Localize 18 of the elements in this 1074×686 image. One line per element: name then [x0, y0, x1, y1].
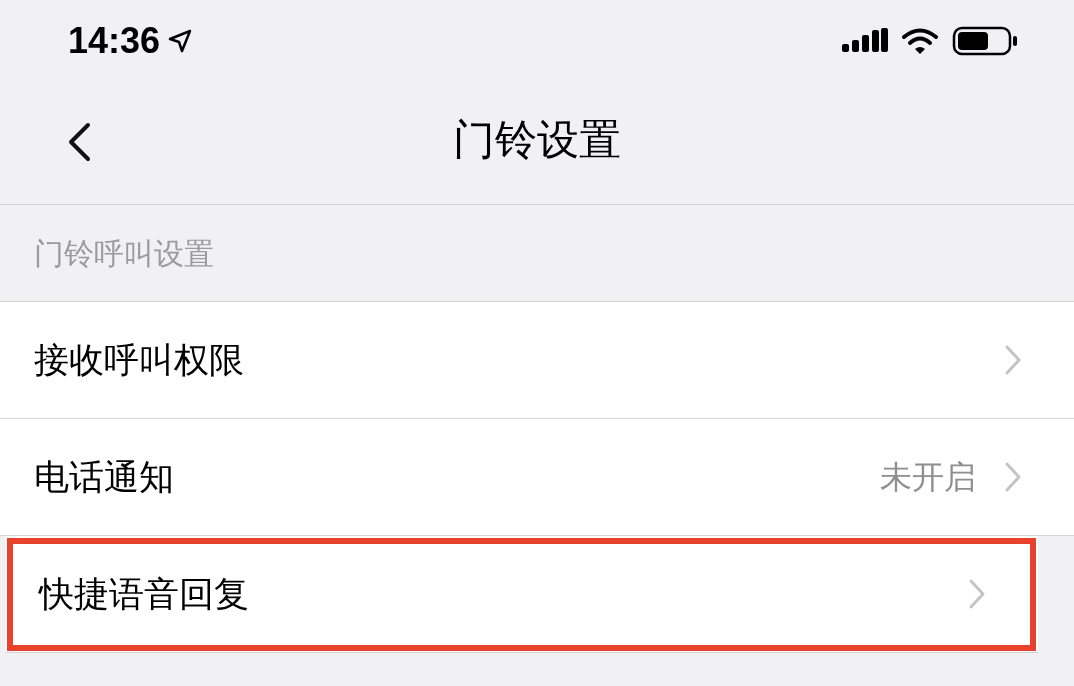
signal-icon: [842, 27, 888, 54]
wifi-icon: [902, 27, 938, 54]
row-label: 快捷语音回复: [39, 572, 249, 616]
settings-row[interactable]: 接收呼叫权限: [0, 302, 1074, 419]
back-chevron-icon: [66, 122, 92, 162]
chevron-icon: [1004, 344, 1022, 376]
status-time: 14:36: [68, 22, 161, 59]
settings-row[interactable]: 快捷语音回复: [5, 536, 1038, 653]
section-header: 门铃呼叫设置: [34, 234, 214, 273]
row-label: 电话通知: [34, 455, 174, 499]
page-title: 门铃设置: [453, 114, 621, 166]
battery-icon: [952, 25, 1018, 56]
settings-row[interactable]: 电话通知 未开启: [0, 419, 1074, 536]
chevron-icon: [968, 578, 986, 610]
row-value: 未开启: [880, 457, 976, 498]
location-arrow-icon: [168, 28, 193, 53]
chevron-icon: [1004, 461, 1022, 493]
row-label: 接收呼叫权限: [34, 338, 244, 382]
